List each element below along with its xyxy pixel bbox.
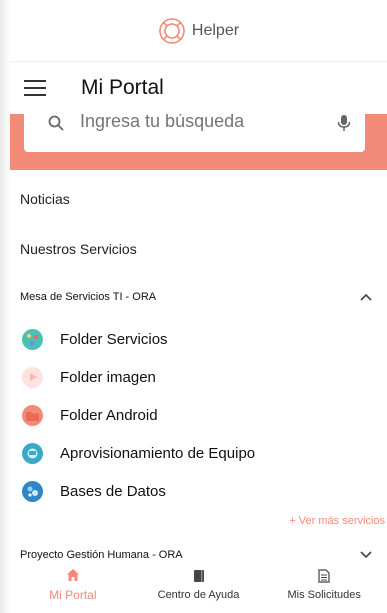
folder-servicios-icon — [22, 328, 43, 350]
service-label: Aprovisionamiento de Equipo — [60, 444, 256, 462]
service-label: Folder Android — [60, 406, 158, 424]
search-icon — [48, 115, 64, 131]
section-title: Mesa de Servicios TI - ORA — [20, 291, 157, 303]
search-input[interactable] — [80, 114, 337, 132]
search-band — [10, 114, 387, 170]
left-edge-shadow — [0, 0, 10, 613]
service-item-folder-servicios[interactable]: Folder Servicios — [10, 320, 387, 358]
tab-label: Mi Portal — [49, 588, 97, 602]
chevron-up-icon — [360, 293, 372, 301]
service-label: Folder imagen — [60, 368, 156, 386]
service-item-aprovisionamiento[interactable]: Aprovisionamiento de Equipo — [10, 434, 387, 472]
brand-name: Helper — [191, 21, 240, 39]
menu-item-noticias[interactable]: Noticias — [10, 174, 387, 224]
folder-imagen-icon — [22, 366, 43, 388]
service-label: Folder Servicios — [60, 330, 168, 348]
page-title: Mi Portal — [81, 76, 164, 99]
more-services-link[interactable]: + Ver más servicios — [10, 510, 387, 532]
app-screen: Helper Mi Portal Noticias Nuestros Servi… — [10, 0, 387, 613]
service-item-folder-android[interactable]: Folder Android — [10, 396, 387, 434]
service-label: Bases de Datos — [60, 482, 166, 500]
brand-bar: Helper — [10, 0, 387, 62]
helper-logo-icon — [159, 17, 185, 44]
book-icon — [193, 570, 204, 582]
section-header-mesa-servicios[interactable]: Mesa de Servicios TI - ORA — [10, 274, 387, 320]
service-item-bases-datos[interactable]: Bases de Datos — [10, 472, 387, 510]
service-item-folder-imagen[interactable]: Folder imagen — [10, 358, 387, 396]
tab-label: Mis Solicitudes — [287, 589, 361, 601]
folder-android-icon — [22, 404, 43, 426]
microphone-icon[interactable] — [337, 114, 351, 132]
equipment-icon — [22, 442, 43, 464]
bottom-tab-bar: Mi Portal Centro de Ayuda Mis Solicitude… — [10, 557, 387, 613]
home-icon — [66, 569, 79, 581]
tab-mi-portal[interactable]: Mi Portal — [10, 557, 136, 613]
title-bar: Mi Portal — [10, 62, 387, 114]
menu-item-nuestros-servicios[interactable]: Nuestros Servicios — [10, 224, 387, 274]
search-box[interactable] — [24, 114, 365, 152]
document-icon — [318, 569, 330, 583]
hamburger-icon[interactable] — [24, 80, 46, 96]
tab-mis-solicitudes[interactable]: Mis Solicitudes — [261, 557, 387, 613]
tab-centro-ayuda[interactable]: Centro de Ayuda — [136, 557, 262, 613]
database-icon — [22, 480, 43, 502]
tab-label: Centro de Ayuda — [157, 589, 240, 601]
